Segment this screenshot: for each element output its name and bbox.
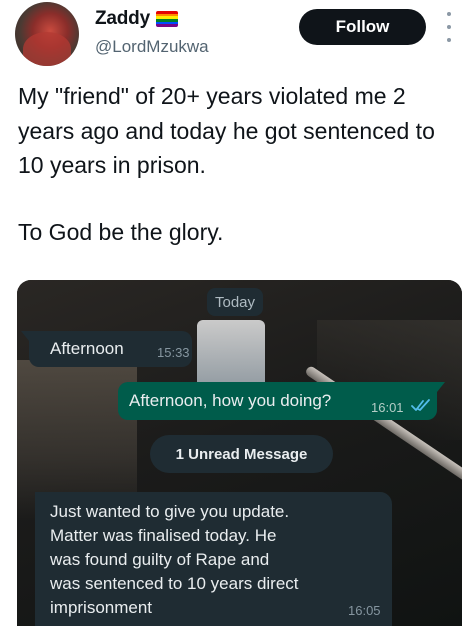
message-time: 16:01	[371, 400, 404, 415]
message-time: 15:33	[157, 345, 190, 360]
flag-stripe	[155, 24, 178, 27]
message-text: Afternoon, how you doing?	[129, 391, 332, 410]
avatar-shape	[23, 32, 71, 66]
tweet-line-2: To God be the glory.	[18, 218, 224, 245]
name-row: Zaddy	[95, 8, 178, 30]
display-name[interactable]: Zaddy	[95, 8, 150, 30]
double-check-read-icon	[411, 399, 430, 411]
tweet-line-1: My "friend" of 20+ years violated me 2 y…	[18, 83, 435, 178]
tweet-text: My "friend" of 20+ years violated me 2 y…	[18, 79, 458, 249]
incoming-message-bubble: Afternoon 15:33	[21, 331, 192, 367]
unread-messages-label: 1 Unread Message	[150, 435, 333, 473]
tweet-media-image[interactable]: Today Afternoon 15:33 Afternoon, how you…	[17, 280, 462, 626]
bubble-tail	[437, 382, 445, 392]
follow-button[interactable]: Follow	[299, 9, 426, 45]
avatar[interactable]	[15, 2, 79, 66]
message-time: 16:05	[348, 603, 381, 618]
more-vertical-icon[interactable]	[443, 12, 455, 42]
date-chip: Today	[207, 288, 263, 316]
message-text: Just wanted to give you update. Matter w…	[50, 502, 299, 617]
user-handle[interactable]: @LordMzukwa	[95, 37, 209, 57]
outgoing-message-bubble: Afternoon, how you doing? 16:01	[118, 382, 445, 420]
message-text: Afternoon	[50, 339, 124, 358]
rainbow-flag-icon	[155, 11, 178, 27]
bubble-tail	[21, 331, 29, 341]
incoming-message-bubble: Just wanted to give you update. Matter w…	[35, 492, 392, 626]
tweet-header: Zaddy @LordMzukwa Follow	[0, 0, 475, 72]
